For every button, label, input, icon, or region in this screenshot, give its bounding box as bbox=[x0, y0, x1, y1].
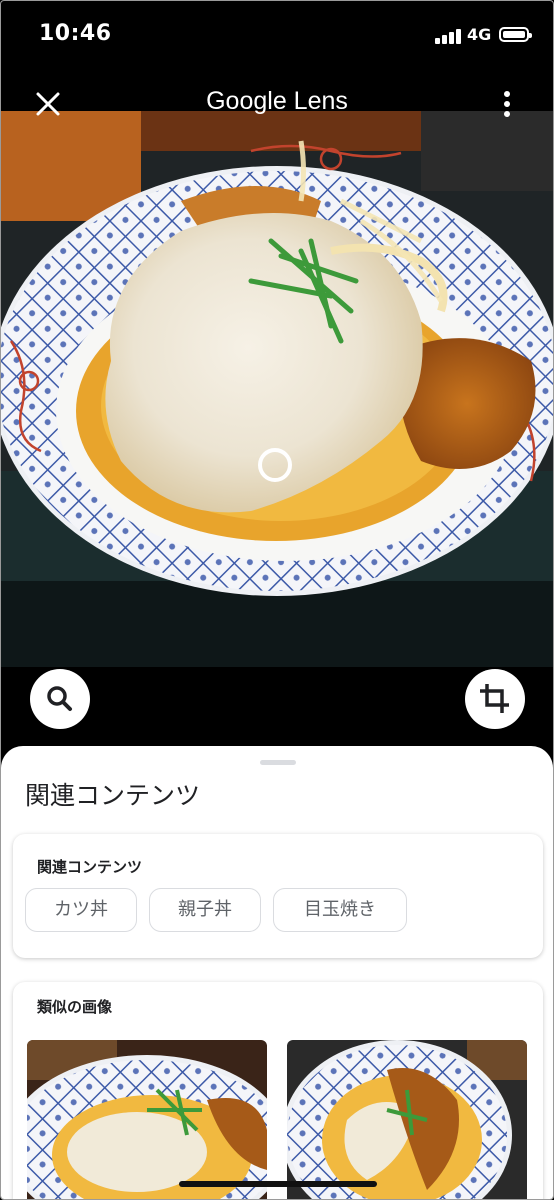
chip-katsudon[interactable]: カツ丼 bbox=[25, 888, 137, 932]
network-type: 4G bbox=[467, 25, 492, 44]
more-vert-icon bbox=[504, 91, 510, 97]
search-button[interactable] bbox=[30, 669, 90, 729]
chip-oyakodon[interactable]: 親子丼 bbox=[149, 888, 261, 932]
related-card-title: 関連コンテンツ bbox=[37, 858, 143, 876]
sheet-title: 関連コンテンツ bbox=[25, 781, 201, 810]
focus-point[interactable] bbox=[258, 448, 292, 482]
app-title: Google Lens bbox=[206, 87, 348, 115]
clock: 10:46 bbox=[39, 21, 112, 46]
phone-frame: 10:46 4G Google Lens 関連コンテンツ 関連コンテンツ カツ丼… bbox=[0, 0, 554, 1200]
results-sheet: 関連コンテンツ 関連コンテンツ カツ丼 親子丼 目玉焼き 類似の画像 bbox=[1, 746, 553, 1199]
similar-image-1[interactable] bbox=[27, 1040, 267, 1199]
lens-photo[interactable] bbox=[1, 111, 553, 667]
more-options-button[interactable] bbox=[495, 87, 519, 121]
home-indicator bbox=[179, 1181, 377, 1187]
signal-icon bbox=[435, 28, 461, 44]
crop-button[interactable] bbox=[465, 669, 525, 729]
search-icon bbox=[47, 686, 72, 711]
similar-images-card: 類似の画像 bbox=[13, 982, 543, 1199]
related-content-card: 関連コンテンツ カツ丼 親子丼 目玉焼き bbox=[13, 834, 543, 958]
katsudon-photo bbox=[1, 111, 553, 667]
status-bar: 10:46 4G bbox=[1, 1, 553, 69]
chip-medamayaki[interactable]: 目玉焼き bbox=[273, 888, 407, 932]
similar-image-2[interactable] bbox=[287, 1040, 527, 1199]
battery-icon bbox=[499, 27, 532, 42]
similar-card-title: 類似の画像 bbox=[37, 998, 113, 1016]
drag-handle[interactable] bbox=[260, 760, 296, 765]
crop-icon bbox=[480, 684, 509, 713]
lens-top-bar: Google Lens bbox=[1, 81, 553, 125]
